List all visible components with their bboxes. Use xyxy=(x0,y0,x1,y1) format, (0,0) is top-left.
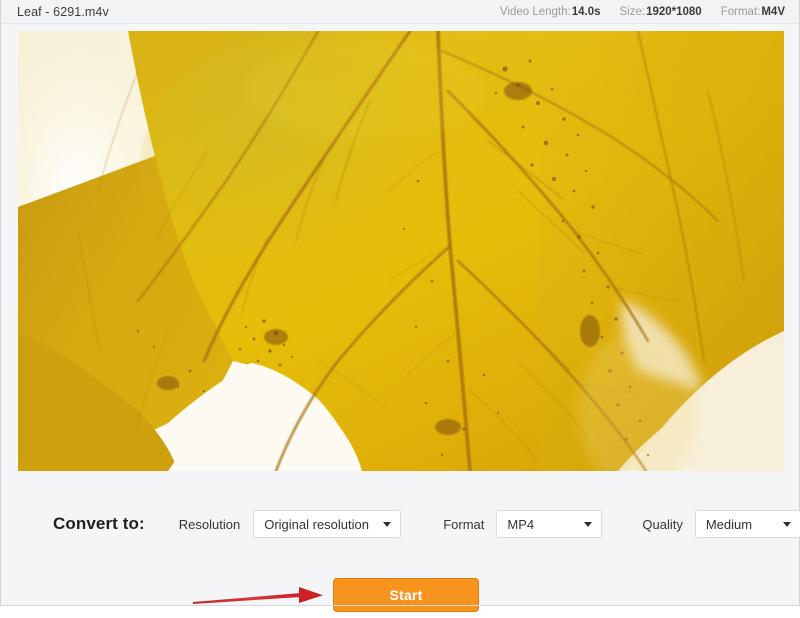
convert-to-label: Convert to: xyxy=(53,514,145,533)
resolution-select[interactable]: Original resolution xyxy=(253,510,402,538)
format-field: Format MP4 xyxy=(443,510,603,538)
meta-video-length: Video Length:14.0s xyxy=(500,6,601,18)
video-metadata: Video Length:14.0s Size:1920*1080 Format… xyxy=(500,6,785,18)
meta-size-label: Size: xyxy=(619,5,646,18)
video-preview[interactable] xyxy=(18,31,784,471)
meta-size: Size:1920*1080 xyxy=(619,6,701,18)
quality-field: Quality Medium xyxy=(642,510,800,538)
quality-label: Quality xyxy=(642,516,683,532)
start-button[interactable]: Start xyxy=(333,578,479,612)
meta-video-length-label: Video Length: xyxy=(499,5,571,18)
meta-video-length-value: 14.0s xyxy=(571,5,601,18)
meta-format-value: M4V xyxy=(761,5,785,18)
quality-select[interactable]: Medium xyxy=(694,510,800,538)
format-label: Format xyxy=(443,516,485,532)
chevron-down-icon xyxy=(383,522,392,527)
converter-window: Leaf - 6291.m4v Video Length:14.0s Size:… xyxy=(0,0,800,612)
resolution-select-value: Original resolution xyxy=(264,516,369,532)
meta-size-value: 1920*1080 xyxy=(646,5,702,18)
preview-stage xyxy=(1,24,799,479)
convert-options-row: Convert to: Resolution Original resoluti… xyxy=(1,510,800,538)
quality-select-value: Medium xyxy=(705,516,753,532)
chevron-down-icon xyxy=(782,522,791,527)
leaf-preview-image xyxy=(18,31,784,471)
file-title: Leaf - 6291.m4v xyxy=(17,4,109,19)
window-header: Leaf - 6291.m4v Video Length:14.0s Size:… xyxy=(1,0,799,24)
meta-format-label: Format: xyxy=(720,5,761,18)
meta-format: Format:M4V xyxy=(721,6,785,18)
chevron-down-icon xyxy=(584,522,593,527)
resolution-field: Resolution Original resolution xyxy=(178,510,402,538)
format-select[interactable]: MP4 xyxy=(496,510,603,538)
resolution-label: Resolution xyxy=(178,516,241,532)
start-action-row: Start xyxy=(1,578,799,618)
start-button-label: Start xyxy=(389,587,423,603)
conversion-controls: Convert to: Resolution Original resoluti… xyxy=(1,479,800,612)
format-select-value: MP4 xyxy=(507,516,535,532)
